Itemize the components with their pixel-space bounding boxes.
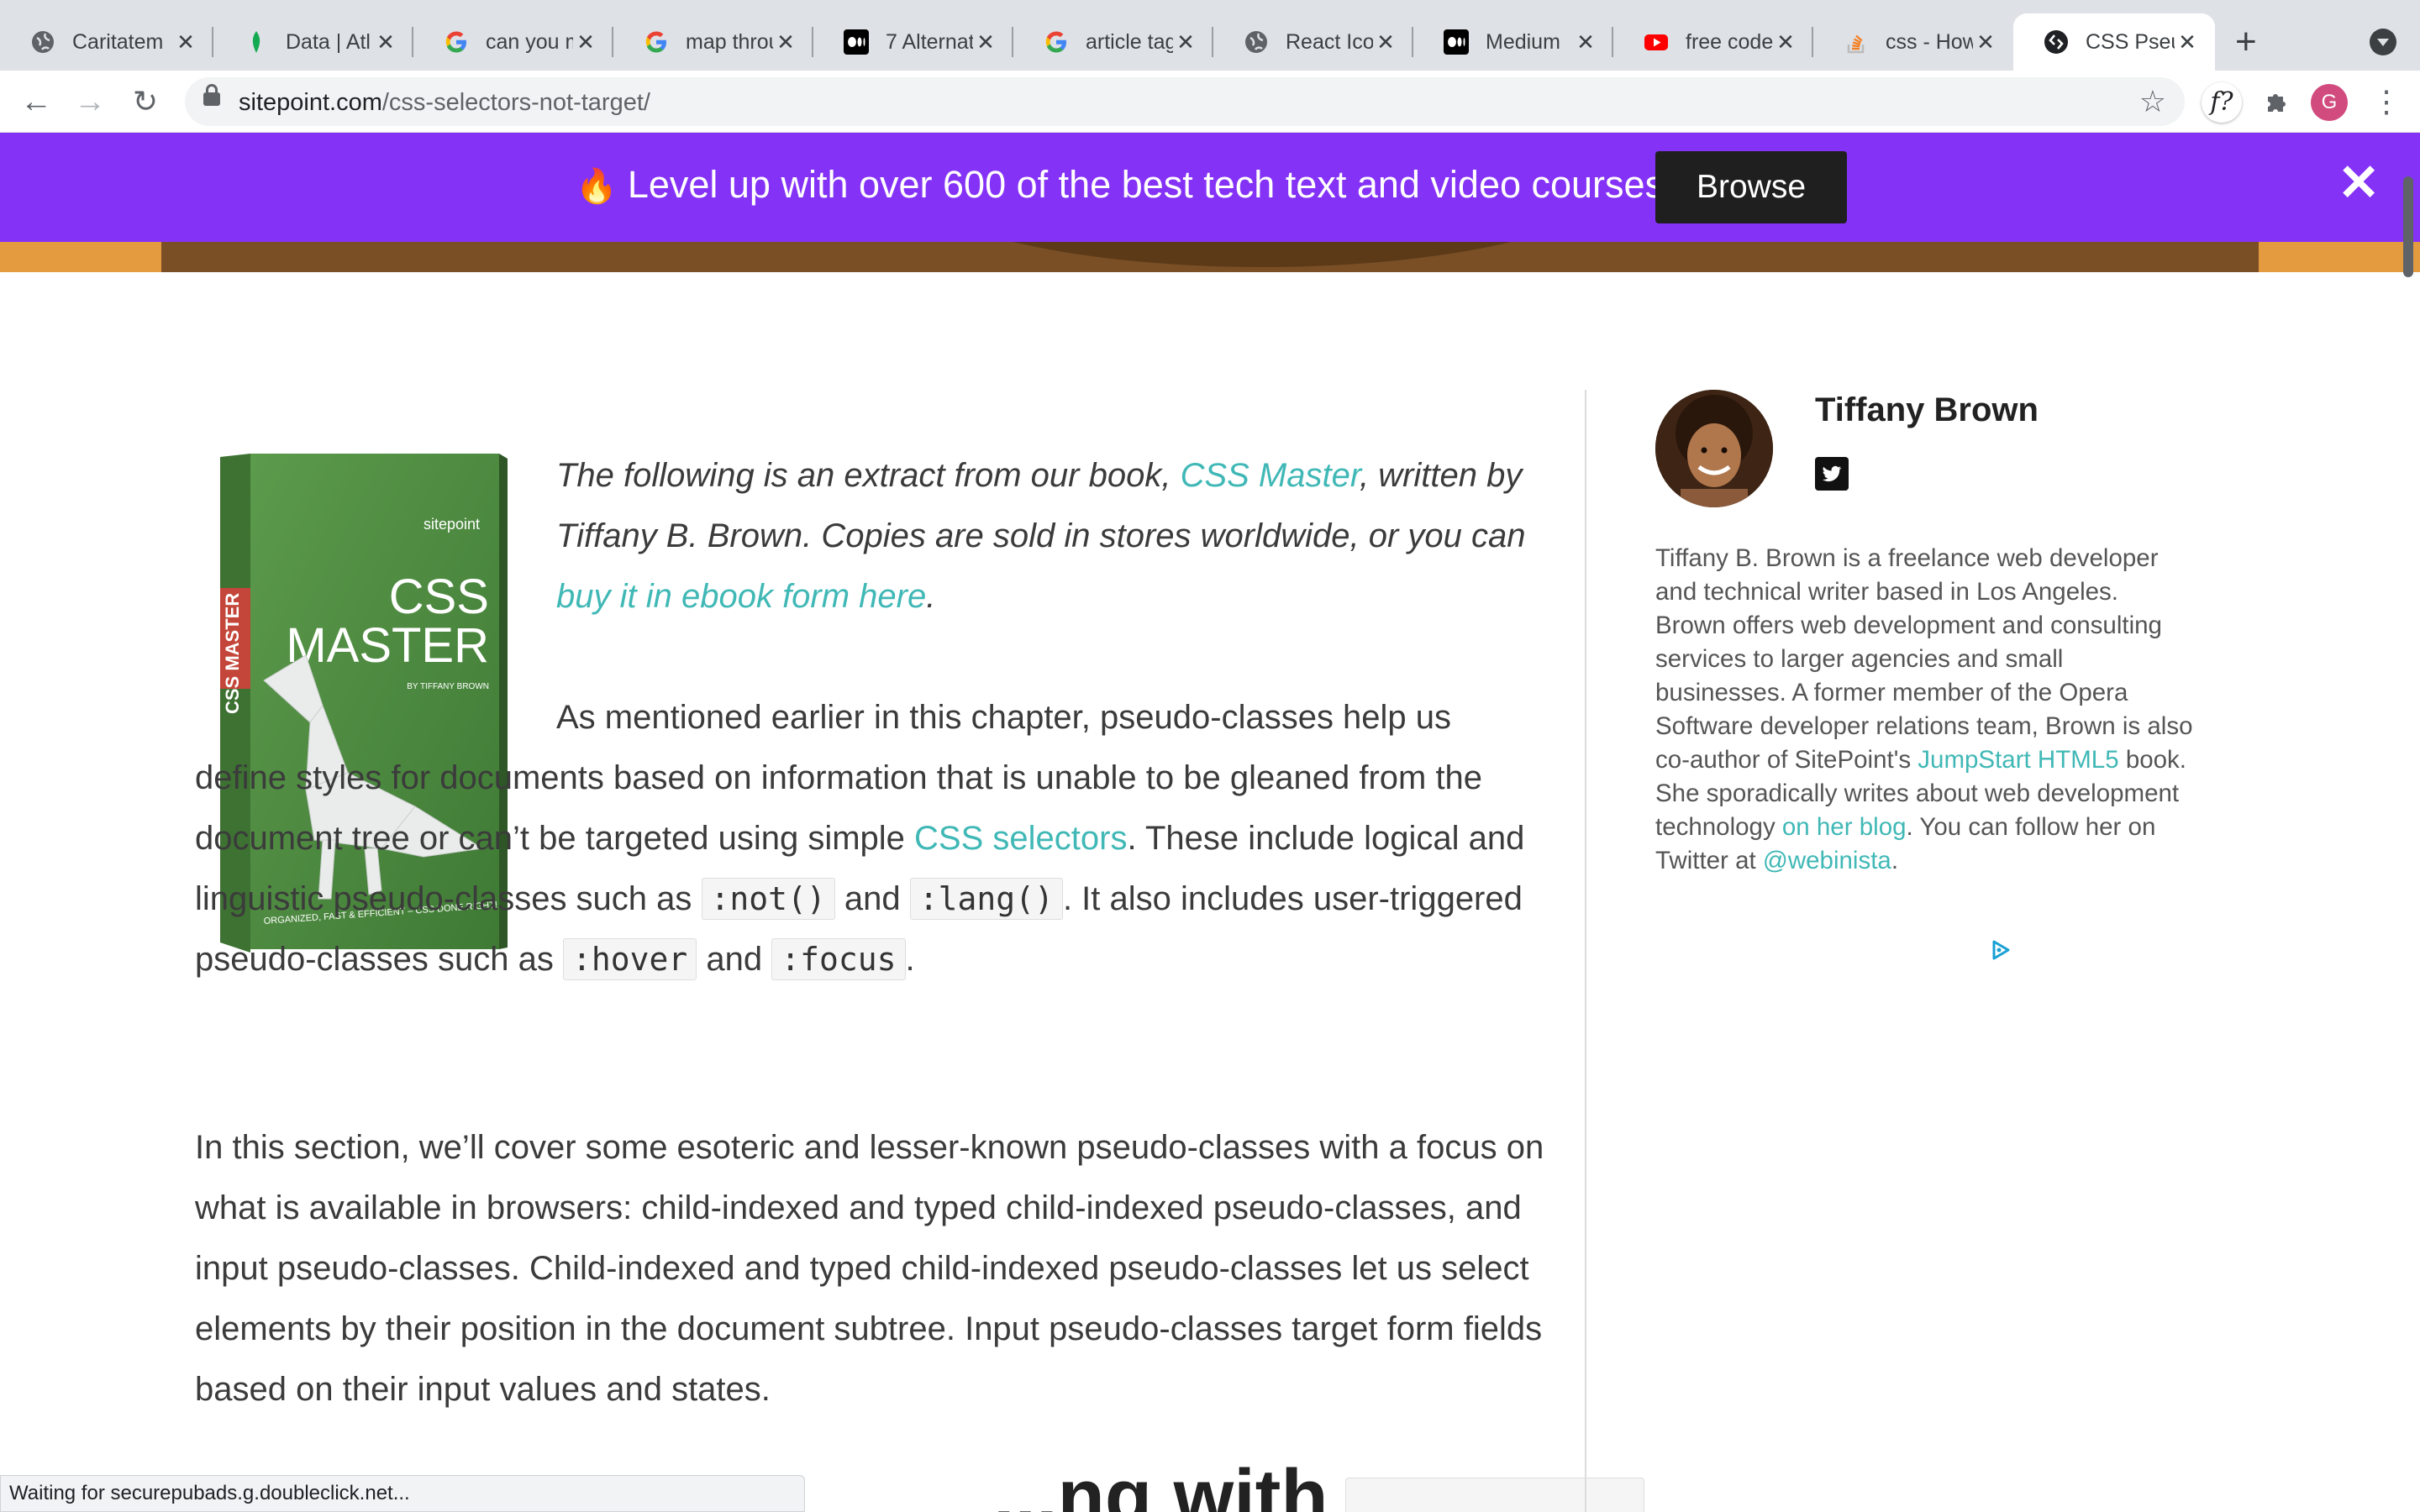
- tab-title: can you m: [486, 29, 573, 54]
- close-tab-icon[interactable]: ✕: [1173, 29, 1198, 55]
- close-tab-icon[interactable]: ✕: [1573, 29, 1598, 55]
- lock-icon: [203, 84, 220, 106]
- browser-tab[interactable]: free code ✕: [1613, 13, 1813, 71]
- jumpstart-html5-link[interactable]: JumpStart HTML5: [1918, 746, 2118, 774]
- close-tab-icon[interactable]: ✕: [1973, 29, 1998, 55]
- intro-paragraph: The following is an extract from our boo…: [556, 457, 1526, 615]
- twitter-icon[interactable]: [1815, 457, 1849, 491]
- back-icon[interactable]: ←: [17, 82, 55, 121]
- code-hover: :hover: [563, 938, 697, 980]
- author-avatar[interactable]: [1655, 390, 1773, 507]
- forward-icon[interactable]: →: [71, 82, 109, 121]
- fire-icon: 🔥: [576, 168, 618, 205]
- tab-title: CSS Pseu: [2086, 29, 2175, 54]
- pseudo-classes-paragraph: As mentioned earlier in this chapter, ps…: [195, 687, 1548, 990]
- browser-tab[interactable]: css - How ✕: [1813, 13, 2013, 71]
- tab-title: Data | Atl: [286, 29, 371, 54]
- close-tab-icon[interactable]: ✕: [1373, 29, 1398, 55]
- tab-title: article tag: [1086, 29, 1173, 54]
- stackoverflow-icon: [1844, 29, 1869, 55]
- browse-button[interactable]: Browse: [1655, 151, 1847, 223]
- url-text[interactable]: sitepoint.com/css-selectors-not-target/: [239, 89, 650, 117]
- new-tab-icon[interactable]: +: [2235, 24, 2257, 60]
- buy-ebook-link[interactable]: buy it in ebook form here: [556, 578, 926, 615]
- google-g-icon: [644, 29, 669, 55]
- browser-tab[interactable]: Caritatem ✕: [0, 13, 213, 71]
- reload-icon[interactable]: ↻: [126, 82, 165, 121]
- tab-title: React Ico: [1286, 29, 1373, 54]
- book-brand: sitepoint: [424, 516, 480, 533]
- youtube-icon: [1644, 29, 1669, 55]
- tab-title: Medium: [1486, 29, 1560, 54]
- profile-avatar[interactable]: G: [2311, 84, 2348, 121]
- adchoices-icon[interactable]: [1990, 939, 2012, 961]
- globe-icon: [30, 29, 55, 55]
- author-twitter-link[interactable]: @webinista: [1763, 847, 1891, 874]
- hero-image-strip: [0, 242, 2420, 272]
- close-tab-icon[interactable]: ✕: [773, 29, 798, 55]
- tab-title: 7 Alternat: [886, 29, 973, 54]
- browser-tab-active[interactable]: CSS Pseu ✕: [2013, 13, 2215, 71]
- browser-tab[interactable]: can you m ✕: [413, 13, 613, 71]
- tab-title: css - How: [1886, 29, 1973, 54]
- close-tab-icon[interactable]: ✕: [2175, 29, 2200, 55]
- close-tab-icon[interactable]: ✕: [373, 29, 398, 55]
- code-not: :not(): [701, 878, 835, 920]
- close-tab-icon[interactable]: ✕: [1773, 29, 1798, 55]
- promo-banner: 🔥 Level up with over 600 of the best tech…: [0, 133, 2420, 242]
- close-tab-icon[interactable]: ✕: [573, 29, 598, 55]
- browser-tab-strip: Caritatem ✕ Data | Atl ✕ can you m ✕ map…: [0, 0, 2420, 71]
- book-title-line2: MASTER: [286, 618, 489, 673]
- browser-tab[interactable]: article tag ✕: [1013, 13, 1213, 71]
- medium-icon: [844, 29, 869, 55]
- browser-tab[interactable]: Data | Atl ✕: [213, 13, 413, 71]
- css-selectors-link[interactable]: CSS selectors: [914, 820, 1127, 857]
- sidebar-divider: [1585, 390, 1586, 1512]
- author-blog-link[interactable]: on her blog: [1782, 813, 1907, 841]
- mongodb-leaf-icon: [244, 29, 269, 55]
- medium-icon: [1444, 29, 1469, 55]
- promo-text: Level up with over 600 of the best tech …: [627, 163, 1665, 206]
- author-bio: Tiffany B. Brown is a freelance web deve…: [1655, 544, 2193, 874]
- bookmark-star-icon[interactable]: ☆: [2139, 84, 2166, 119]
- puzzle-extensions-icon[interactable]: [2255, 82, 2296, 123]
- code-focus: :focus: [771, 938, 906, 980]
- page-scrollbar[interactable]: [2403, 176, 2413, 277]
- globe-icon: [1244, 29, 1269, 55]
- section-overview-paragraph: In this section, we’ll cover some esoter…: [195, 1129, 1544, 1408]
- google-g-icon: [1044, 29, 1069, 55]
- close-icon[interactable]: ✕: [2338, 158, 2380, 208]
- address-bar[interactable]: sitepoint.com/css-selectors-not-target/ …: [185, 77, 2185, 126]
- css-master-link[interactable]: CSS Master: [1181, 457, 1360, 494]
- book-title-line1: CSS: [389, 570, 489, 624]
- browser-tab[interactable]: Medium ✕: [1413, 13, 1613, 71]
- browser-tab[interactable]: map throu ✕: [613, 13, 813, 71]
- sitepoint-icon: [2044, 29, 2069, 55]
- tab-title: Caritatem: [72, 29, 164, 54]
- browser-toolbar: ← → ↻ sitepoint.com/css-selectors-not-ta…: [0, 71, 2420, 133]
- code-lang: :lang(): [909, 878, 1063, 920]
- browser-tab[interactable]: React Ico ✕: [1213, 13, 1413, 71]
- tab-title: free code: [1686, 29, 1773, 54]
- google-g-icon: [444, 29, 469, 55]
- author-name[interactable]: Tiffany Brown: [1815, 391, 2039, 429]
- browser-tab[interactable]: 7 Alternat ✕: [813, 13, 1013, 71]
- extension-icon[interactable]: f?: [2202, 82, 2242, 123]
- tab-search-icon[interactable]: [2370, 29, 2396, 55]
- close-tab-icon[interactable]: ✕: [173, 29, 198, 55]
- tab-title: map throu: [686, 29, 773, 54]
- browser-status-bubble: Waiting for securepubads.g.doubleclick.n…: [0, 1475, 805, 1512]
- menu-kebab-icon[interactable]: ⋮: [2371, 82, 2402, 121]
- section-heading-partial: ...ng with: [993, 1453, 1644, 1512]
- close-tab-icon[interactable]: ✕: [973, 29, 998, 55]
